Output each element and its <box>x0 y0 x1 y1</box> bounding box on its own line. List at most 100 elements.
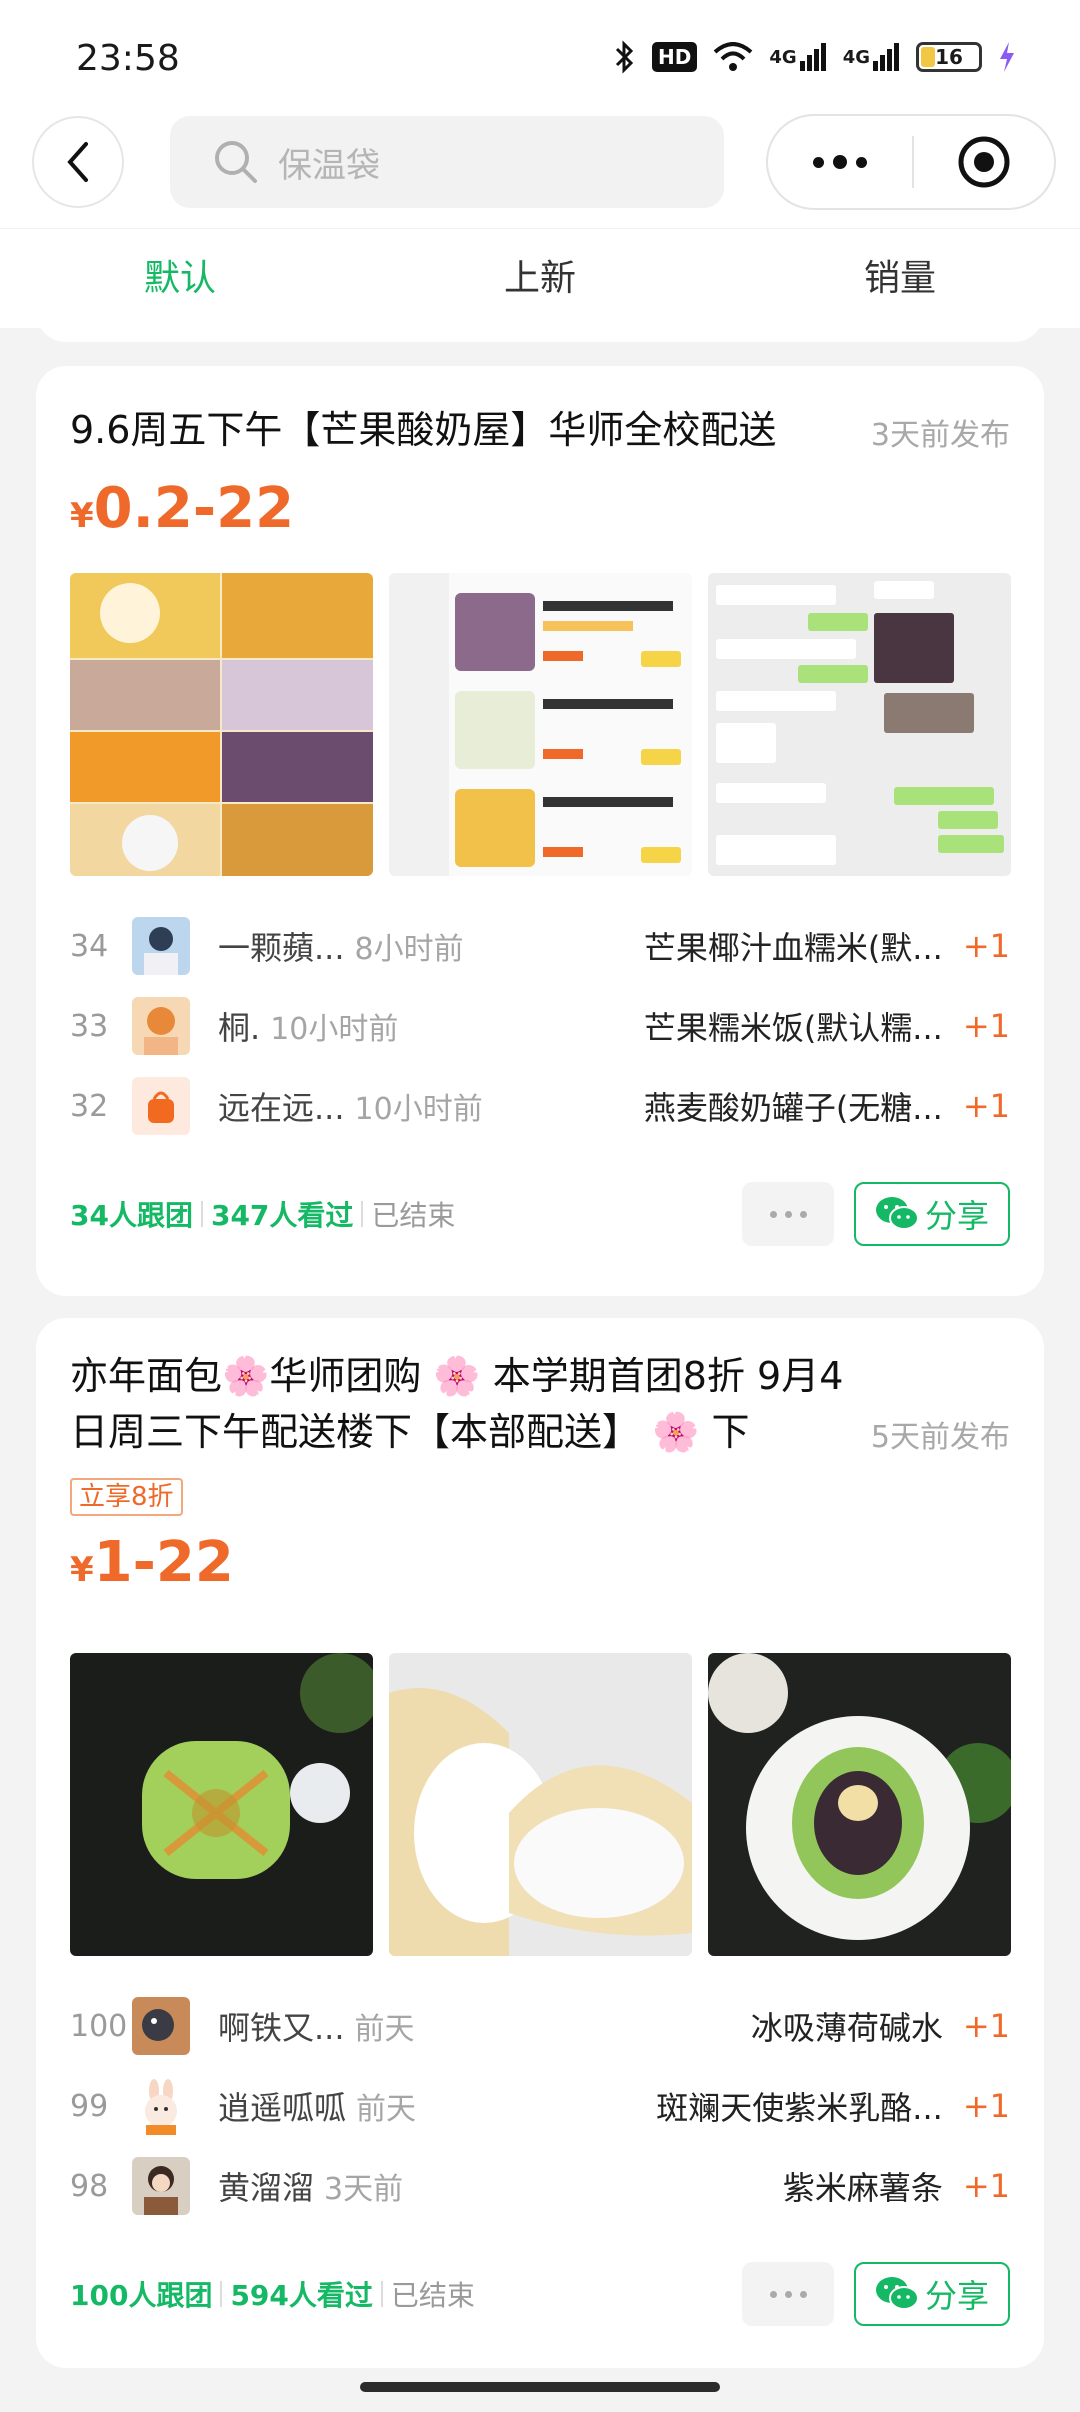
price-symbol: ¥ <box>70 1550 94 1590</box>
signal-icon-1: 4G <box>769 43 826 71</box>
price-value: 0.2-22 <box>93 476 295 541</box>
product-image[interactable] <box>389 573 692 876</box>
card-footer: 34人跟团 347人看过 已结束 分享 <box>70 1182 1010 1246</box>
price-value: 1-22 <box>93 1530 234 1595</box>
product-images <box>70 573 1011 876</box>
order-rank: 32 <box>70 1088 109 1124</box>
mini-program-capsule <box>766 114 1056 210</box>
charging-icon <box>998 42 1016 72</box>
search-placeholder: 保温袋 <box>278 145 380 186</box>
order-username: 逍遥呱呱 <box>218 2089 347 2127</box>
status-icons: HD 4G 4G 16 <box>614 40 1016 74</box>
order-qty: +1 <box>962 1007 1010 1045</box>
battery-icon: 16 <box>916 42 982 72</box>
order-username: 一颗蘋... <box>218 929 345 967</box>
view-count: 347人看过 <box>210 1199 354 1232</box>
avatar <box>132 1997 190 2055</box>
nav-bar: 保温袋 <box>0 110 1080 228</box>
bluetooth-icon <box>614 40 636 74</box>
wifi-icon <box>713 42 753 72</box>
order-qty: +1 <box>962 2167 1010 2205</box>
wechat-icon <box>875 1197 919 1230</box>
order-time: 10小时前 <box>270 1012 399 1047</box>
product-images <box>70 1653 1011 1956</box>
divider <box>200 1201 203 1227</box>
order-rank: 34 <box>70 928 109 964</box>
order-rank: 99 <box>70 2088 109 2124</box>
order-time: 3天前 <box>324 2172 404 2207</box>
order-item: 芒果椰汁血糯米(默... <box>643 929 943 967</box>
order-list: 100 啊铁又... 前天 冰吸薄荷碱水 +1 99 逍遥呱呱 前天 斑斓天使紫… <box>70 1986 1010 2226</box>
discount-badge: 立享8折 <box>70 1478 183 1516</box>
product-image[interactable] <box>70 573 373 876</box>
order-time: 前天 <box>354 2012 415 2047</box>
order-item: 冰吸薄荷碱水 <box>750 2009 943 2047</box>
order-row[interactable]: 34 一颗蘋... 8小时前 芒果椰汁血糯米(默... +1 <box>70 906 1010 986</box>
order-username: 黄溜溜 <box>218 2169 315 2207</box>
search-input[interactable]: 保温袋 <box>170 116 724 208</box>
card-title: 9.6周五下午【芒果酸奶屋】华师全校配送 <box>70 408 777 452</box>
order-qty: +1 <box>962 927 1010 965</box>
group-buy-card[interactable]: 9.6周五下午【芒果酸奶屋】华师全校配送 3天前发布 ¥0.2-22 34 一颗… <box>36 366 1044 1296</box>
avatar <box>132 917 190 975</box>
back-button[interactable] <box>32 116 124 208</box>
view-count: 594人看过 <box>230 2279 373 2312</box>
status-label: 已结束 <box>390 2279 475 2312</box>
order-row[interactable]: 33 桐. 10小时前 芒果糯米饭(默认糯... +1 <box>70 986 1010 1066</box>
card-posted-time: 3天前发布 <box>858 410 1010 454</box>
status-bar: 23:58 HD 4G 4G 16 <box>0 0 1080 110</box>
search-icon <box>215 141 257 183</box>
order-item: 紫米麻薯条 <box>782 2169 943 2207</box>
order-rank: 33 <box>70 1008 109 1044</box>
home-indicator[interactable] <box>360 2382 720 2392</box>
status-label: 已结束 <box>371 1199 456 1232</box>
order-time: 10小时前 <box>354 1092 483 1127</box>
order-time: 前天 <box>356 2092 417 2127</box>
order-item: 燕麦酸奶罐子(无糖... <box>643 1089 943 1127</box>
avatar <box>132 1077 190 1135</box>
price: ¥0.2-22 <box>70 476 294 541</box>
joined-count: 100人跟团 <box>70 2279 213 2312</box>
order-item: 斑斓天使紫米乳酪... <box>656 2089 943 2127</box>
order-item: 芒果糯米饭(默认糯... <box>643 1009 943 1047</box>
product-image[interactable] <box>708 1653 1011 1956</box>
status-time: 23:58 <box>76 38 180 79</box>
card-footer: 100人跟团 594人看过 已结束 分享 <box>70 2262 1010 2326</box>
order-row[interactable]: 98 黄溜溜 3天前 紫米麻薯条 +1 <box>70 2146 1010 2226</box>
order-row[interactable]: 99 逍遥呱呱 前天 斑斓天使紫米乳酪... +1 <box>70 2066 1010 2146</box>
order-qty: +1 <box>962 1087 1010 1125</box>
avatar <box>132 2077 190 2135</box>
avatar <box>132 2157 190 2215</box>
more-button[interactable] <box>742 1182 834 1246</box>
order-username: 啊铁又... <box>218 2009 345 2047</box>
group-buy-card[interactable]: 亦年面包🌸华师团购 🌸 本学期首团8折 9月4日周三下午配送楼下【本部配送】 🌸… <box>36 1318 1044 2368</box>
joined-count: 34人跟团 <box>70 1199 193 1232</box>
order-qty: +1 <box>962 2087 1010 2125</box>
order-rank: 98 <box>70 2168 109 2204</box>
close-mini-program-button[interactable] <box>914 135 1054 189</box>
share-label: 分享 <box>924 1197 989 1235</box>
order-time: 8小时前 <box>354 932 464 967</box>
share-button[interactable]: 分享 <box>854 2262 1010 2326</box>
product-image[interactable] <box>389 1653 692 1956</box>
share-button[interactable]: 分享 <box>854 1182 1010 1246</box>
order-qty: +1 <box>962 2007 1010 2045</box>
more-options-button[interactable] <box>768 155 912 169</box>
target-icon <box>958 136 1010 188</box>
price-symbol: ¥ <box>70 496 94 536</box>
card-posted-time: 5天前发布 <box>858 1412 1010 1456</box>
signal-icon-2: 4G <box>843 43 900 71</box>
order-username: 远在远... <box>218 1089 345 1127</box>
order-username: 桐. <box>218 1009 261 1047</box>
order-row[interactable]: 32 远在远... 10小时前 燕麦酸奶罐子(无糖... +1 <box>70 1066 1010 1146</box>
chevron-left-icon <box>67 142 88 182</box>
order-row[interactable]: 100 啊铁又... 前天 冰吸薄荷碱水 +1 <box>70 1986 1010 2066</box>
previous-card-edge <box>36 310 1044 342</box>
price: ¥1-22 <box>70 1530 234 1595</box>
more-button[interactable] <box>742 2262 834 2326</box>
product-image[interactable] <box>70 1653 373 1956</box>
share-label: 分享 <box>924 2277 989 2315</box>
avatar <box>132 997 190 1055</box>
wechat-icon <box>875 2277 919 2310</box>
product-image[interactable] <box>708 573 1011 876</box>
